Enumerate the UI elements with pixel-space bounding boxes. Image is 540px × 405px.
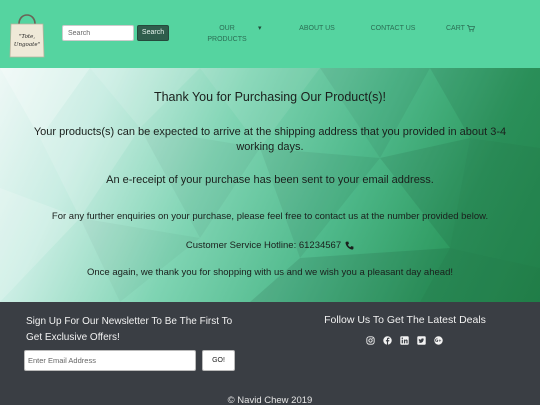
twitter-icon[interactable] — [417, 336, 426, 345]
nav-contact-us[interactable]: CONTACT US — [368, 23, 418, 34]
page-title: Thank You for Purchasing Our Product(s)! — [153, 90, 387, 104]
dropdown-caret-icon[interactable]: ▾ — [258, 24, 262, 32]
enquiry-message: For any further enquiries on your purcha… — [51, 211, 489, 222]
subscribe-button[interactable]: GO! — [202, 350, 235, 371]
phone-icon — [345, 241, 354, 250]
shopping-cart-icon — [466, 25, 475, 32]
social-links: G+ — [366, 336, 443, 345]
thank-you-section: Thank You for Purchasing Our Product(s)!… — [0, 68, 540, 302]
instagram-icon[interactable] — [366, 336, 375, 345]
search-input[interactable] — [62, 25, 134, 41]
site-header: "Tote, Ungoate" Search OUR PRODUCTS ▾ AB… — [0, 0, 540, 68]
svg-text:G+: G+ — [435, 338, 442, 343]
linkedin-icon[interactable] — [400, 336, 409, 345]
site-footer: Sign Up For Our Newsletter To Be The Fir… — [0, 302, 540, 405]
nav-our-products[interactable]: OUR PRODUCTS — [200, 23, 254, 45]
closing-message: Once again, we thank you for shopping wi… — [87, 267, 453, 278]
hotline-text: Customer Service Hotline: 61234567 — [185, 240, 342, 251]
follow-heading: Follow Us To Get The Latest Deals — [324, 314, 486, 326]
facebook-icon[interactable] — [383, 336, 392, 345]
svg-text:Ungoate": Ungoate" — [14, 42, 40, 48]
search-button[interactable]: Search — [137, 25, 169, 41]
svg-text:"Tote,: "Tote, — [19, 34, 36, 40]
copyright-text: © Navid Chew 2019 — [227, 395, 313, 405]
email-field[interactable] — [24, 350, 196, 371]
google-plus-icon[interactable]: G+ — [434, 336, 443, 345]
cart-label: CART — [446, 25, 465, 32]
hotline-row: Customer Service Hotline: 61234567 — [20, 240, 520, 251]
tote-bag-logo[interactable]: "Tote, Ungoate" — [8, 10, 46, 58]
receipt-message: An e-receipt of your purchase has been s… — [106, 174, 434, 186]
nav-about-us[interactable]: ABOUT US — [294, 23, 340, 34]
newsletter-heading: Sign Up For Our Newsletter To Be The Fir… — [26, 316, 233, 343]
nav-cart[interactable]: CART — [446, 23, 478, 34]
delivery-message: Your products(s) can be expected to arri… — [33, 126, 507, 153]
